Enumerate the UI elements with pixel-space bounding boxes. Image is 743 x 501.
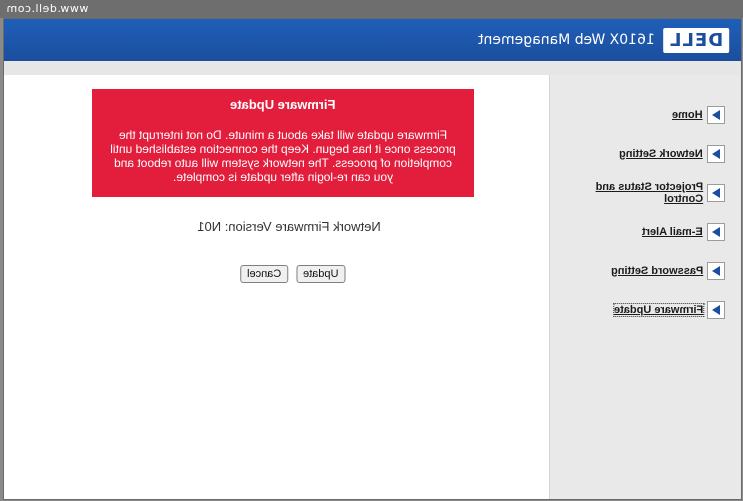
browser-url: www.dell.com [6,2,89,15]
page-frame: 1610X Web Management DELL Firmware Updat… [3,18,742,500]
sub-bar [4,61,741,76]
sidebar: Home Network Setting Projector Status an… [549,75,741,499]
top-header: 1610X Web Management DELL [4,19,741,61]
arrow-icon [707,301,725,319]
cancel-button[interactable]: Cancel [240,265,289,283]
update-button[interactable]: Update [296,265,346,283]
sidebar-item-label[interactable]: Firmware Update [612,303,705,317]
sidebar-item-label[interactable]: Projector Status and Control [555,181,704,205]
sidebar-nav: Home Network Setting Projector Status an… [555,105,725,339]
sidebar-item-password-setting[interactable]: Password Setting [555,261,725,281]
network-firmware-version: Network Firmware Version: N01 [197,219,381,234]
alert-title: Firmware Update [230,97,336,112]
arrow-icon [707,106,725,124]
action-buttons: Cancel Update [240,265,346,283]
arrow-icon [707,223,725,241]
sidebar-item-label[interactable]: Password Setting [611,265,703,277]
sidebar-item-network-setting[interactable]: Network Setting [555,144,725,164]
sidebar-item-label[interactable]: Network Setting [619,148,703,160]
firmware-warning: Firmware Update Firmware update will tak… [92,89,474,197]
dell-logo-text: DELL [668,29,723,51]
sidebar-item-firmware-update[interactable]: Firmware Update [555,300,725,320]
alert-message: Firmware update will take about a minute… [110,128,456,184]
arrow-icon [707,262,725,280]
sidebar-item-label[interactable]: Home [672,109,703,121]
main-content: Firmware Update Firmware update will tak… [4,75,550,499]
sidebar-item-label[interactable]: E-mail Alert [642,226,703,238]
sidebar-item-home[interactable]: Home [555,105,725,125]
brand-tagline: 1610X Web Management [477,32,655,48]
dell-logo: DELL [662,27,729,53]
arrow-icon [707,184,725,202]
brand: 1610X Web Management DELL [478,27,729,53]
sidebar-item-projector-status[interactable]: Projector Status and Control [555,181,725,205]
arrow-icon [707,145,725,163]
browser-top-strip: www.dell.com [0,0,743,18]
sidebar-item-email-alert[interactable]: E-mail Alert [555,222,725,242]
